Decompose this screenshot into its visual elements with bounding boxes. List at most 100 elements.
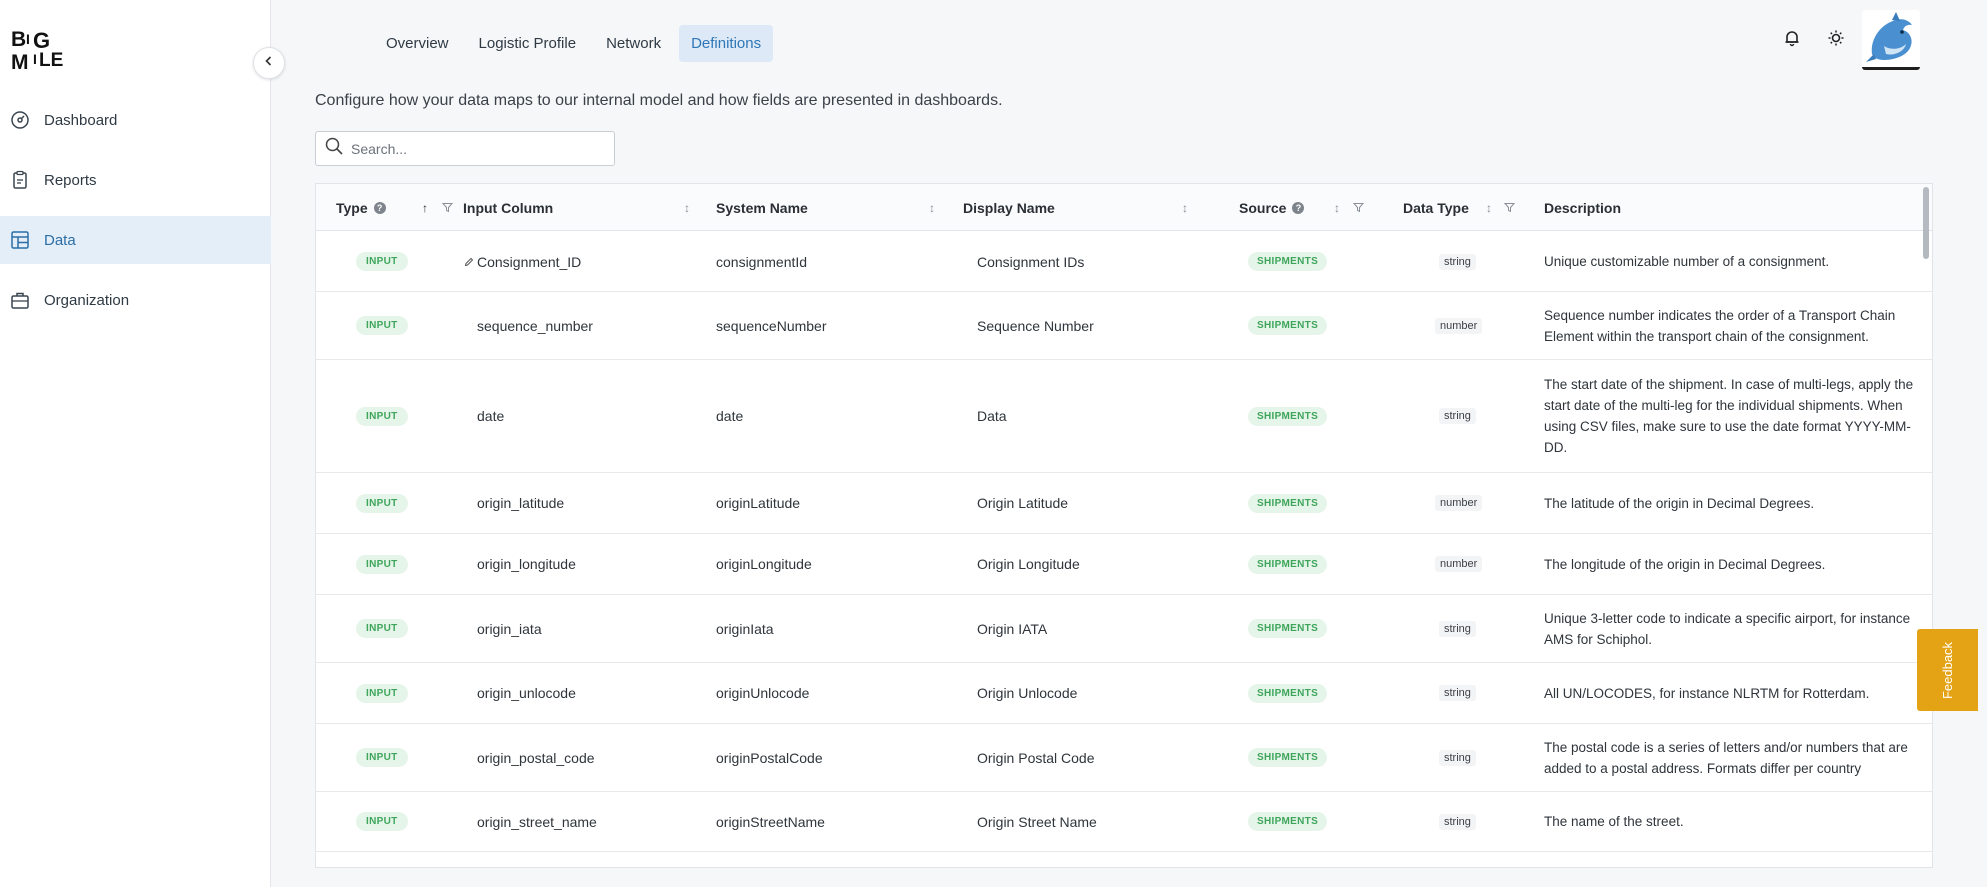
table-row[interactable]: INPUT Consignment_ID consignmentId Consi… [316,232,1932,292]
svg-text:I: I [26,31,30,47]
table-row[interactable]: INPUT origin_iata originIata Origin IATA… [316,595,1932,663]
svg-text:B: B [11,28,26,51]
table-row[interactable]: INPUT origin_unlocode originUnlocode Ori… [316,663,1932,724]
collapse-sidebar-button[interactable] [253,47,285,79]
top-toolbar [1776,24,1852,56]
briefcase-icon [9,289,31,311]
display-name-value[interactable]: Data [977,360,1007,472]
notifications-button[interactable] [1776,24,1808,56]
sidebar-item-dashboard[interactable]: Dashboard [0,96,271,144]
description-value: The name of the street. [1544,814,1684,829]
sort-icon[interactable]: ↕ [929,201,935,215]
sidebar-item-reports[interactable]: Reports [0,156,271,204]
filter-icon[interactable] [1352,200,1365,216]
type-badge: INPUT [356,554,408,574]
table-row[interactable]: INPUT origin_longitude originLongitude O… [316,534,1932,595]
sidebar: B I G M I LE Dashboard Reports Data Orga… [0,0,271,887]
sidebar-item-label: Dashboard [44,111,118,129]
sort-icon[interactable]: ↕ [1486,201,1492,215]
help-icon[interactable]: ? [373,201,386,214]
avatar[interactable] [1862,10,1920,70]
display-name-value[interactable]: Origin IATA [977,595,1047,662]
sidebar-item-organization[interactable]: Organization [0,276,271,324]
source-badge: SHIPMENTS [1248,493,1328,513]
svg-text:M: M [11,51,29,72]
column-header-source: Source ? ↕ [1239,184,1369,231]
table-row[interactable]: INPUT origin_postal_code originPostalCod… [316,724,1932,792]
filter-icon[interactable] [441,200,454,216]
bell-icon [1783,29,1801,52]
clipboard-icon [9,169,31,191]
help-icon[interactable]: ? [1292,201,1305,214]
system-name-value: originUnlocode [716,685,810,701]
sort-icon[interactable]: ↕ [684,201,690,215]
top-tabs: Overview Logistic Profile Network Defini… [374,25,774,62]
table-row[interactable]: INPUT origin_latitude originLatitude Ori… [316,473,1932,534]
column-header-type: Type ? ↑ [336,184,454,231]
data-type-value: number [1435,556,1483,572]
description-value: The start date of the shipment. In case … [1544,377,1914,455]
sidebar-nav: Dashboard Reports Data Organization [0,96,271,336]
source-badge: SHIPMENTS [1248,554,1328,574]
tab-definitions[interactable]: Definitions [679,25,774,62]
display-name-value[interactable]: Origin Unlocode [977,663,1077,723]
table-row[interactable]: INPUT date date Data SHIPMENTS string Th… [316,360,1932,473]
tab-logistic-profile[interactable]: Logistic Profile [467,25,589,62]
description-value: Unique customizable number of a consignm… [1544,254,1830,269]
column-label: Source [1239,199,1287,216]
system-name-value: originStreetName [716,813,825,830]
system-name-value: date [716,408,744,424]
display-name-value[interactable]: Consignment IDs [977,232,1084,291]
system-name-value: consignmentId [716,253,808,270]
feedback-label: Feedback [1940,641,1955,699]
feedback-button[interactable]: Feedback [1917,629,1978,711]
type-badge: INPUT [356,812,408,831]
input-column-value: origin_latitude [477,495,565,511]
search-input[interactable] [351,140,601,157]
type-badge: INPUT [356,619,408,638]
display-name-value[interactable]: Origin Street Name [977,792,1097,851]
source-badge: SHIPMENTS [1248,406,1328,426]
column-label: Input Column [463,199,554,216]
display-name-value[interactable]: Origin Latitude [977,473,1068,533]
edited-pencil-icon[interactable] [464,254,474,270]
logo[interactable]: B I G M I LE [11,26,65,74]
page-description: Configure how your data maps to our inte… [315,92,1003,109]
column-label: Data Type [1403,199,1469,216]
table-icon [9,229,31,251]
source-badge: SHIPMENTS [1248,316,1328,335]
column-header-description: Description [1544,184,1744,231]
input-column-value: Consignment_ID [477,253,582,270]
data-type-value: string [1439,253,1476,270]
system-name-value: originLongitude [716,556,812,572]
sidebar-item-data[interactable]: Data [0,216,271,264]
tab-network[interactable]: Network [594,25,673,62]
column-header-display-name: Display Name ↕ [963,184,1213,231]
table-row[interactable]: INPUT origin_street_name originStreetNam… [316,792,1932,852]
display-name-value[interactable]: Origin Longitude [977,534,1080,594]
input-column-value: origin_longitude [477,556,576,572]
theme-toggle-button[interactable] [1820,24,1852,56]
search-box[interactable] [315,131,615,166]
input-column-value: origin_iata [477,620,542,637]
sort-icon[interactable]: ↕ [1334,201,1340,215]
source-badge: SHIPMENTS [1248,748,1328,767]
filter-icon[interactable] [1503,200,1516,216]
tab-overview[interactable]: Overview [374,25,461,62]
input-column-value: origin_street_name [477,813,597,830]
table-scrollbar[interactable] [1923,187,1929,259]
data-type-value: number [1435,495,1483,511]
input-column-value: origin_postal_code [477,749,595,766]
display-name-value[interactable]: Sequence Number [977,292,1094,359]
sort-ascending-icon[interactable]: ↑ [422,201,428,215]
data-type-value: string [1439,408,1476,424]
svg-text:LE: LE [39,50,63,71]
data-type-value: string [1439,813,1476,830]
system-name-value: sequenceNumber [716,317,827,334]
table-row[interactable]: INPUT sequence_number sequenceNumber Seq… [316,292,1932,360]
column-header-input-column: Input Column ↕ [463,184,703,231]
system-name-value: originIata [716,620,774,637]
data-type-value: number [1435,317,1483,334]
sort-icon[interactable]: ↕ [1182,201,1188,215]
display-name-value[interactable]: Origin Postal Code [977,724,1095,791]
